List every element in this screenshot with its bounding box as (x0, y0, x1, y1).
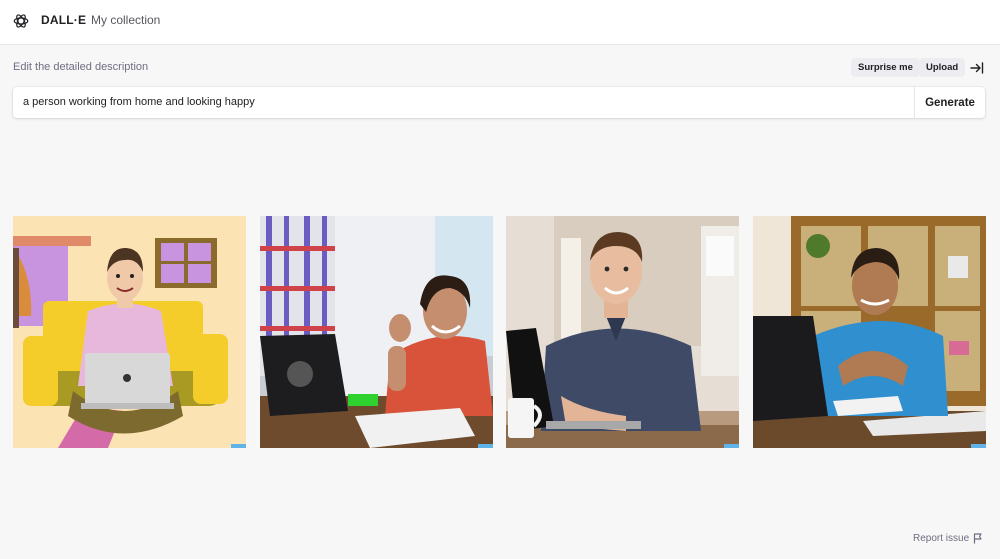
photo-man-celebrating-image (260, 216, 493, 448)
report-issue-label: Report issue (913, 533, 970, 544)
flag-icon (974, 533, 982, 544)
nav-my-collection[interactable]: My collection (91, 13, 160, 27)
result-image-1[interactable] (13, 216, 246, 448)
openai-logo-icon[interactable] (12, 12, 30, 30)
photo-man-at-laptop-image (506, 216, 739, 448)
result-image-3[interactable] (506, 216, 739, 448)
top-bar: DALL·E My collection (0, 0, 1000, 45)
generate-button[interactable]: Generate (914, 87, 985, 118)
prompt-input[interactable] (23, 87, 913, 118)
prompt-label: Edit the detailed description (13, 61, 149, 73)
result-image-2[interactable] (260, 216, 493, 448)
prompt-box: Generate (13, 87, 985, 118)
cartoon-person-laptop-image (13, 216, 246, 448)
upload-button[interactable]: Upload (919, 58, 966, 77)
brand-title[interactable]: DALL·E (41, 13, 86, 27)
report-issue-link[interactable]: Report issue (913, 533, 983, 544)
surprise-me-button[interactable]: Surprise me (851, 58, 920, 77)
result-image-4[interactable] (753, 216, 986, 448)
photo-man-smiling-desk-image (753, 216, 986, 448)
arrow-to-right-icon[interactable] (969, 60, 985, 76)
